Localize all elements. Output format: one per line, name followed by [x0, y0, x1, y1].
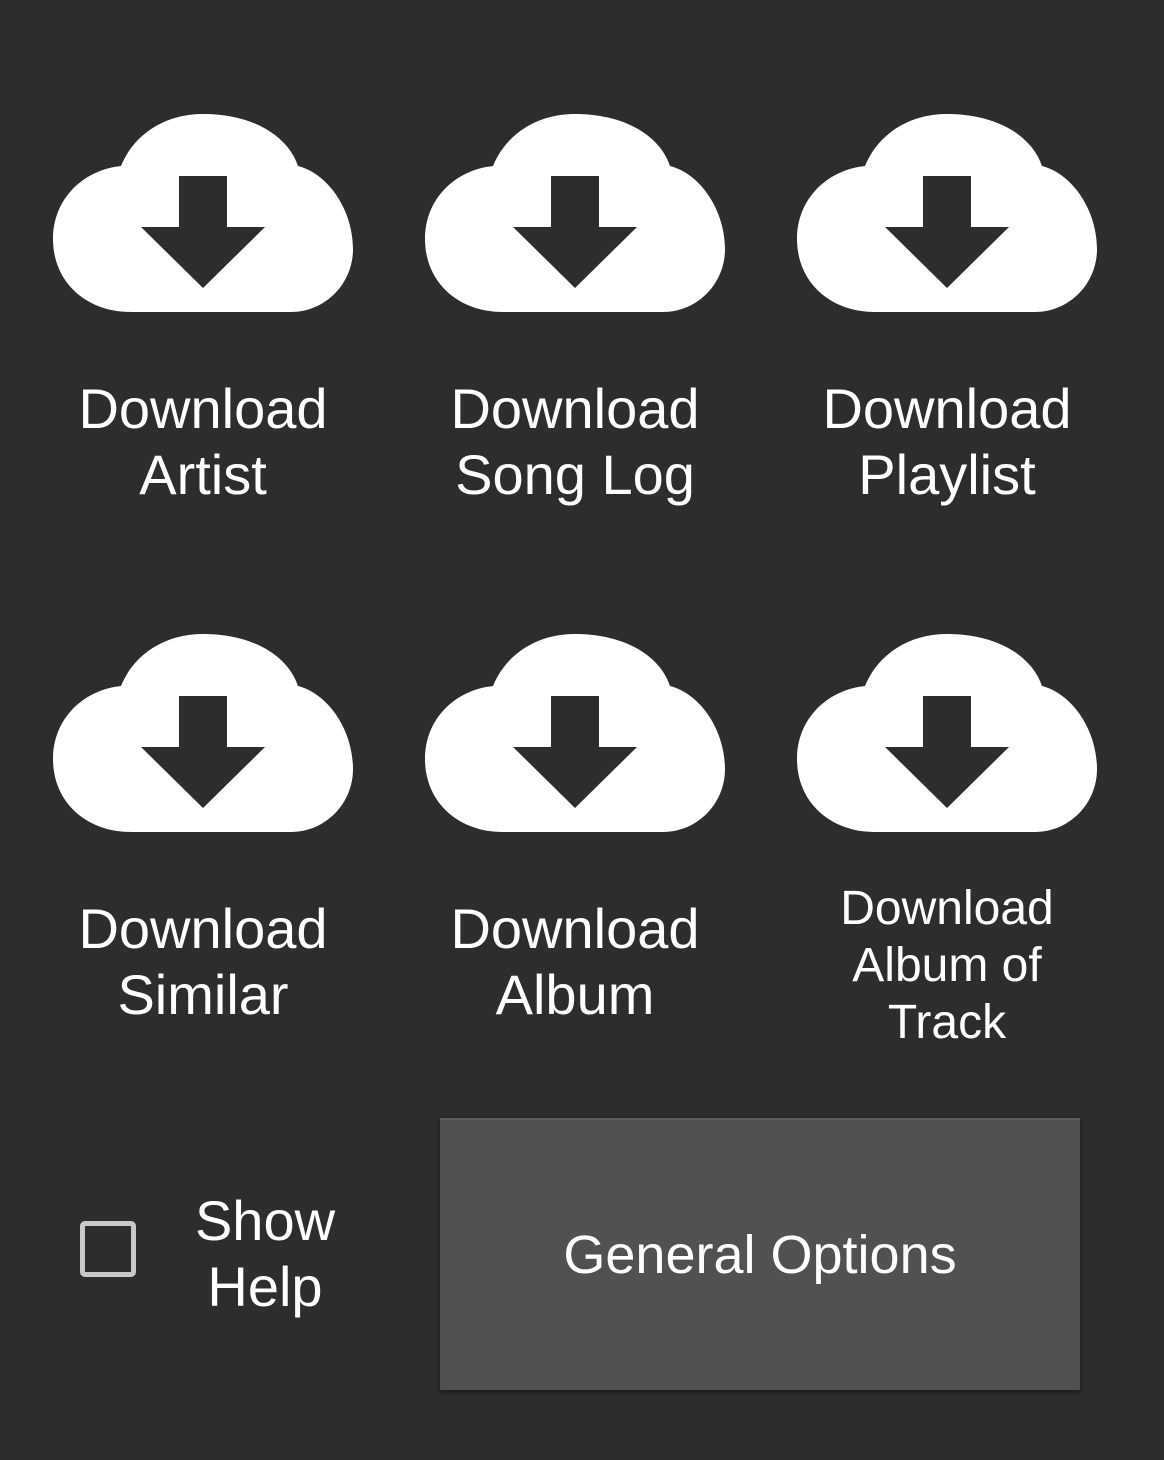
download-album-of-track-label: Download Album of Track [840, 882, 1054, 1049]
download-album-button[interactable]: Download Album [410, 624, 740, 1084]
general-options-label: General Options [563, 1225, 957, 1285]
download-playlist-label: Download Playlist [822, 377, 1072, 506]
download-playlist-button[interactable]: Download Playlist [782, 104, 1112, 564]
download-artist-label: Download Artist [78, 377, 328, 506]
download-song-log-label: Download Song Log [450, 377, 700, 506]
cloud-download-icon [797, 634, 1097, 834]
show-help-toggle[interactable]: Show Help [60, 1170, 380, 1340]
download-similar-button[interactable]: Download Similar [38, 624, 368, 1084]
show-help-label: Show Help [194, 1189, 336, 1318]
download-song-log-button[interactable]: Download Song Log [410, 104, 740, 564]
general-options-button[interactable]: General Options [440, 1118, 1080, 1390]
show-help-checkbox[interactable] [80, 1221, 136, 1277]
cloud-download-icon [53, 634, 353, 834]
cloud-download-icon [53, 114, 353, 314]
cloud-download-icon [425, 634, 725, 834]
download-album-of-track-button[interactable]: Download Album of Track [782, 624, 1112, 1084]
cloud-download-icon [797, 114, 1097, 314]
download-artist-button[interactable]: Download Artist [38, 104, 368, 564]
cloud-download-icon [425, 114, 725, 314]
download-album-label: Download Album [450, 897, 700, 1026]
download-similar-label: Download Similar [78, 897, 328, 1026]
